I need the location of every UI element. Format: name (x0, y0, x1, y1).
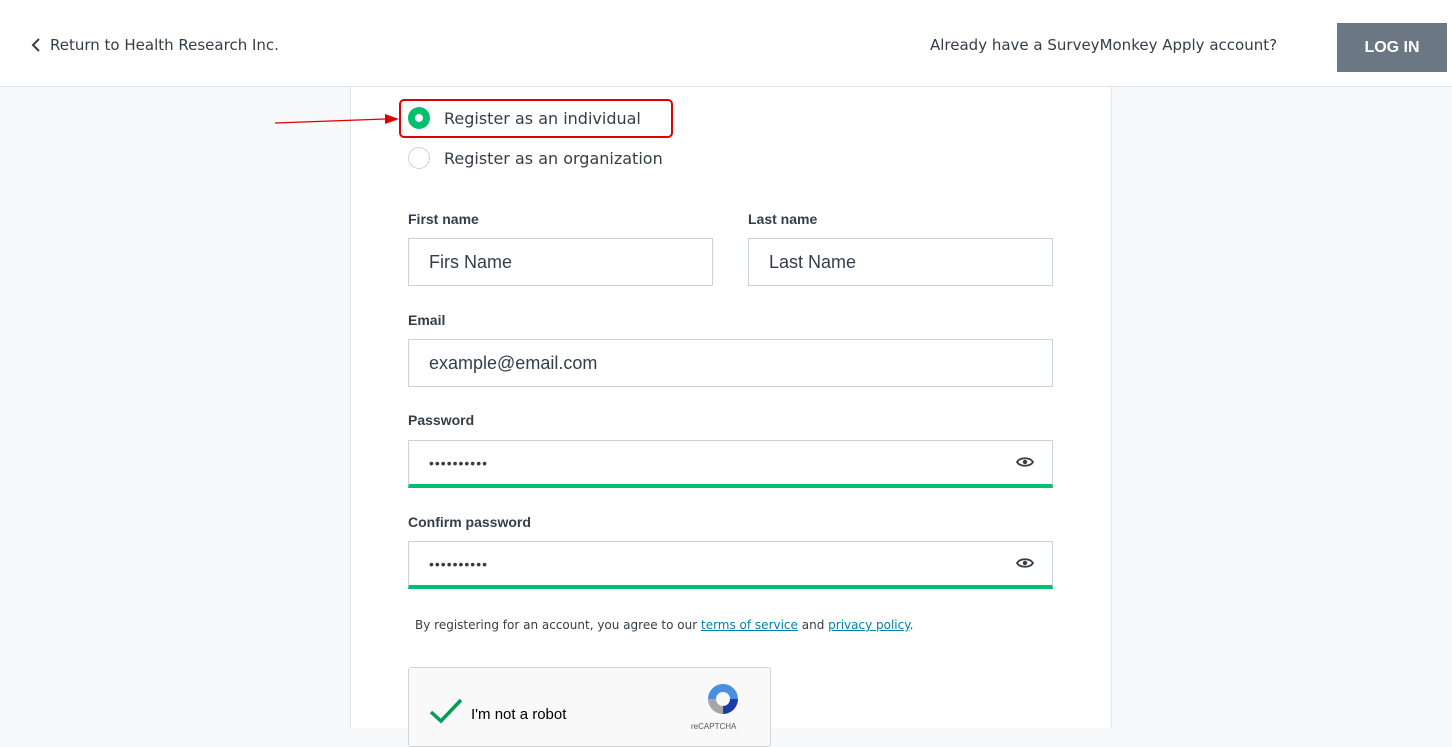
back-link[interactable]: Return to Health Research Inc. (30, 36, 279, 54)
radio-organization[interactable] (408, 147, 430, 169)
top-bar: Return to Health Research Inc. Already h… (0, 10, 1452, 87)
first-name-label: First name (408, 211, 479, 227)
recaptcha-label: I'm not a robot (471, 706, 567, 723)
chevron-left-icon (31, 38, 40, 52)
annotation-arrow (275, 114, 399, 124)
register-individual-option[interactable]: Register as an individual (408, 107, 641, 129)
first-name-placeholder: Firs Name (429, 251, 513, 272)
email-label: Email (408, 312, 446, 328)
register-organization-label: Register as an organization (444, 148, 663, 168)
login-button[interactable]: LOG IN (1337, 23, 1447, 72)
radio-individual[interactable] (408, 107, 430, 129)
show-confirm-password-eye-icon[interactable] (1016, 556, 1034, 570)
last-name-label: Last name (748, 211, 818, 227)
terms-prefix: By registering for an account, you agree… (415, 618, 698, 632)
last-name-field[interactable]: Last Name (748, 238, 1053, 286)
show-password-eye-icon[interactable] (1016, 455, 1034, 469)
terms-and: and (801, 618, 825, 632)
confirm-password-label: Confirm password (408, 514, 531, 530)
first-name-field[interactable]: Firs Name (408, 238, 713, 286)
password-value: •••••••••• (429, 454, 489, 471)
confirm-password-field[interactable]: •••••••••• (408, 541, 1053, 589)
email-field[interactable]: example@email.com (408, 339, 1053, 387)
privacy-policy-link[interactable]: privacy policy (828, 618, 909, 632)
recaptcha-logo-icon (708, 684, 738, 714)
terms-of-service-link[interactable]: terms of service (701, 618, 798, 632)
confirm-password-value: •••••••••• (429, 555, 489, 572)
terms-notice: By registering for an account, you agree… (415, 618, 913, 632)
recaptcha-widget: I'm not a robot reCAPTCHA (408, 667, 771, 747)
last-name-placeholder: Last Name (769, 251, 857, 272)
checkmark-icon[interactable] (429, 698, 463, 724)
password-label: Password (408, 412, 475, 428)
terms-suffix: . (909, 618, 914, 632)
register-individual-label: Register as an individual (444, 108, 641, 128)
back-link-label: Return to Health Research Inc. (50, 36, 279, 54)
register-organization-option[interactable]: Register as an organization (408, 147, 663, 169)
email-placeholder: example@email.com (429, 352, 598, 373)
already-account-text: Already have a SurveyMonkey Apply accoun… (930, 36, 1278, 54)
recaptcha-brand: reCAPTCHA (691, 722, 737, 731)
password-field[interactable]: •••••••••• (408, 440, 1053, 488)
